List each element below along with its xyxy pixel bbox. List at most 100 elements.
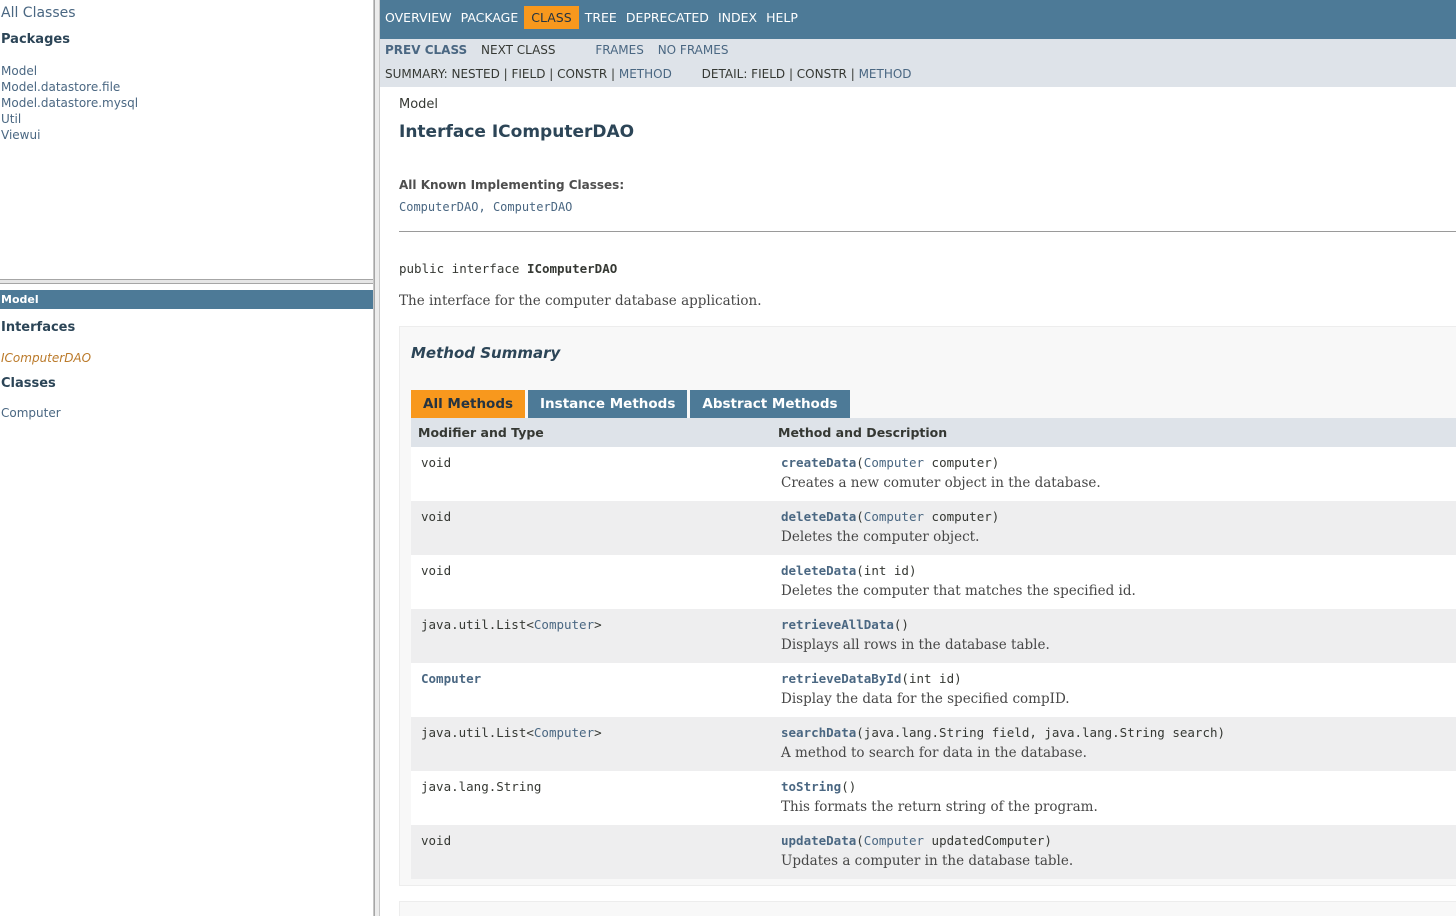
return-type-cell: void xyxy=(411,555,771,609)
implementing-classes-heading: All Known Implementing Classes: xyxy=(399,178,625,192)
impl-link-computerdao-1[interactable]: ComputerDAO xyxy=(399,200,478,214)
method-name-link[interactable]: updateData xyxy=(781,833,856,848)
method-cell: searchData(java.lang.String field, java.… xyxy=(771,717,1456,771)
class-link-computer[interactable]: Computer xyxy=(1,406,61,420)
param-type-link[interactable]: Computer xyxy=(864,833,924,848)
nav-tree[interactable]: TREE xyxy=(582,6,620,29)
package-list: Model Model.datastore.file Model.datasto… xyxy=(1,63,138,143)
return-type-text: void xyxy=(421,455,452,470)
method-cell: retrieveAllData() Displays all rows in th… xyxy=(771,609,1456,663)
method-description: A method to search for data in the datab… xyxy=(781,745,1087,761)
return-type-cell: void xyxy=(411,501,771,555)
method-signature: deleteData(Computer computer) xyxy=(781,509,1456,524)
method-description: Deletes the computer that matches the sp… xyxy=(781,583,1136,599)
method-params: () xyxy=(893,617,909,632)
nav-deprecated[interactable]: DEPRECATED xyxy=(623,6,712,29)
table-row: Computer retrieveDataById(int id) Display … xyxy=(411,663,1456,717)
method-params: (int id) xyxy=(856,563,917,578)
method-detail-block xyxy=(399,901,1456,916)
method-params: () xyxy=(841,779,857,794)
table-row: void updateData(Computer updatedComputer)… xyxy=(411,825,1456,879)
return-type-suffix: > xyxy=(594,725,602,740)
method-name-link[interactable]: retrieveAllData xyxy=(781,617,894,632)
table-row: java.util.List<Computer> searchData(java.… xyxy=(411,717,1456,771)
method-name-link[interactable]: createData xyxy=(781,455,856,470)
sub-nav-bar: PREV CLASS NEXT CLASS FRAMES NO FRAMES S… xyxy=(380,39,1456,87)
return-type-cell: void xyxy=(411,825,771,879)
method-summary-block: Method Summary All Methods Instance Meth… xyxy=(399,326,1456,886)
page-title: Interface IComputerDAO xyxy=(399,122,635,142)
return-type-link[interactable]: Computer xyxy=(534,617,594,632)
return-type-cell: java.util.List<Computer> xyxy=(411,609,771,663)
method-description: Creates a new comuter object in the data… xyxy=(781,475,1101,491)
interfaces-heading: Interfaces xyxy=(1,320,76,335)
next-class-label: NEXT CLASS xyxy=(481,43,556,57)
return-type-text: void xyxy=(421,833,452,848)
method-params: ( xyxy=(856,833,864,848)
package-list-frame: All Classes Packages Model Model.datasto… xyxy=(0,0,373,279)
method-params-rest: computer) xyxy=(924,455,1000,470)
nav-overview[interactable]: OVERVIEW xyxy=(382,6,455,29)
signature-name: IComputerDAO xyxy=(526,261,618,276)
return-type-text: java.lang.String xyxy=(421,779,542,794)
method-name-link[interactable]: searchData xyxy=(781,725,856,740)
tab-all-methods[interactable]: All Methods xyxy=(411,390,526,418)
current-package-bar[interactable]: Model xyxy=(0,290,373,309)
package-link-model[interactable]: Model xyxy=(1,63,138,79)
method-description: This formats the return string of the pr… xyxy=(781,799,1098,815)
frames-link[interactable]: FRAMES xyxy=(595,43,644,57)
method-tabs: All Methods Instance Methods Abstract Me… xyxy=(411,390,853,418)
method-params-rest: updatedComputer) xyxy=(924,833,1052,848)
return-type-text: java.util.List< xyxy=(421,617,534,632)
method-signature: deleteData(int id) xyxy=(781,563,1456,578)
impl-link-computerdao-2[interactable]: ComputerDAO xyxy=(493,200,572,214)
divider xyxy=(399,231,1456,232)
nav-package[interactable]: PACKAGE xyxy=(458,6,522,29)
method-params: ( xyxy=(856,509,864,524)
nav-help[interactable]: HELP xyxy=(763,6,801,29)
all-classes-link[interactable]: All Classes xyxy=(1,5,76,21)
method-description: Deletes the computer object. xyxy=(781,529,980,545)
package-link-viewui[interactable]: Viewui xyxy=(1,127,138,143)
package-link-model-datastore-file[interactable]: Model.datastore.file xyxy=(1,79,138,95)
return-type-cell: Computer xyxy=(411,663,771,717)
method-cell: createData(Computer computer) Creates a n… xyxy=(771,447,1456,501)
method-cell: toString() This formats the return string… xyxy=(771,771,1456,825)
return-type-text: java.util.List< xyxy=(421,725,534,740)
table-row: void createData(Computer computer) Creates… xyxy=(411,447,1456,501)
package-link-model-datastore-mysql[interactable]: Model.datastore.mysql xyxy=(1,95,138,111)
detail-method-link[interactable]: METHOD xyxy=(859,67,912,81)
method-name-link[interactable]: deleteData xyxy=(781,509,856,524)
method-name-link[interactable]: toString xyxy=(781,779,841,794)
method-name-link[interactable]: deleteData xyxy=(781,563,856,578)
nav-class-active: CLASS xyxy=(524,6,579,29)
packages-heading: Packages xyxy=(1,32,70,47)
implementing-classes-list: ComputerDAO, ComputerDAO xyxy=(399,200,572,214)
summary-label: SUMMARY: NESTED | FIELD | CONSTR | xyxy=(385,67,619,81)
no-frames-link[interactable]: NO FRAMES xyxy=(658,43,729,57)
detail-label: DETAIL: FIELD | CONSTR | xyxy=(701,67,859,81)
return-type-link[interactable]: Computer xyxy=(421,671,481,686)
interface-link-icomputerdao[interactable]: IComputerDAO xyxy=(1,351,91,365)
column-header-type: Modifier and Type xyxy=(411,418,771,447)
table-row: java.util.List<Computer> retrieveAllData(… xyxy=(411,609,1456,663)
summary-method-link[interactable]: METHOD xyxy=(619,67,672,81)
package-label: Model xyxy=(399,97,439,112)
return-type-text: void xyxy=(421,563,452,578)
method-name-link[interactable]: retrieveDataById xyxy=(781,671,901,686)
method-params: (int id) xyxy=(901,671,962,686)
param-type-link[interactable]: Computer xyxy=(864,509,924,524)
tab-instance-methods[interactable]: Instance Methods xyxy=(528,390,688,418)
param-type-link[interactable]: Computer xyxy=(864,455,924,470)
nav-index[interactable]: INDEX xyxy=(715,6,760,29)
package-link-util[interactable]: Util xyxy=(1,111,138,127)
prev-class-link[interactable]: PREV CLASS xyxy=(385,43,467,57)
method-rows: void createData(Computer computer) Creates… xyxy=(411,447,1456,879)
interface-signature: public interface IComputerDAO xyxy=(399,261,617,276)
return-type-link[interactable]: Computer xyxy=(534,725,594,740)
signature-prefix: public interface xyxy=(399,261,527,276)
return-type-suffix: > xyxy=(594,617,602,632)
return-type-cell: java.lang.String xyxy=(411,771,771,825)
method-cell: deleteData(int id) Deletes the computer t… xyxy=(771,555,1456,609)
tab-abstract-methods[interactable]: Abstract Methods xyxy=(690,390,850,418)
